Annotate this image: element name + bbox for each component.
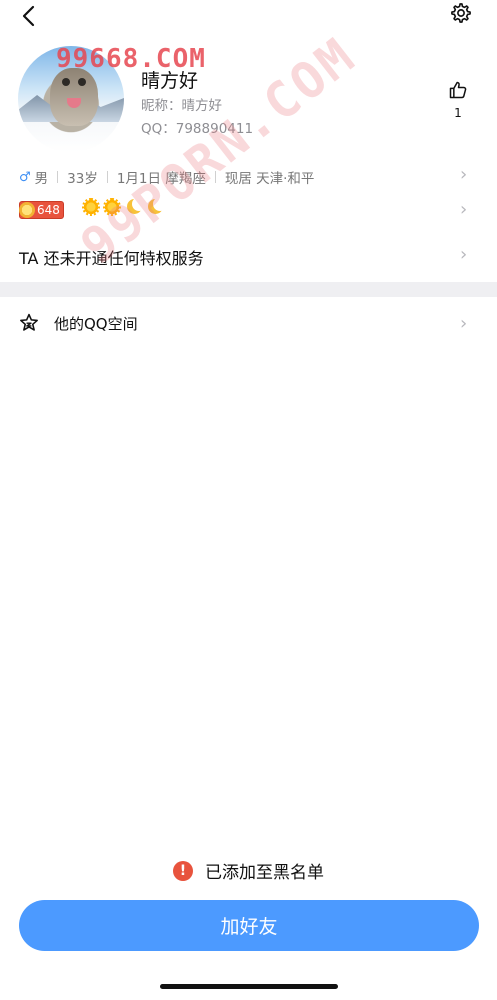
star-icon — [20, 313, 38, 331]
chevron-right-icon[interactable]: › — [460, 244, 467, 265]
chevron-right-icon[interactable]: › — [460, 199, 467, 220]
male-icon: ♂ — [19, 169, 31, 185]
blacklist-notice: ! 已添加至黑名单 — [0, 858, 497, 883]
level-badge[interactable]: 648 — [19, 201, 64, 219]
settings-button[interactable] — [448, 0, 474, 26]
coin-icon — [19, 202, 35, 218]
home-indicator[interactable] — [160, 984, 338, 989]
divider — [57, 171, 59, 183]
qzone-entry[interactable]: 他的QQ空间 — [18, 312, 138, 334]
section-divider — [0, 282, 497, 297]
like-count: 1 — [454, 106, 462, 120]
age-text: 33岁 — [67, 171, 98, 187]
warning-icon: ! — [173, 860, 193, 881]
gender-text: 男 — [34, 171, 49, 187]
back-button[interactable] — [14, 2, 42, 30]
level-value: 648 — [37, 203, 60, 217]
divider — [106, 171, 108, 183]
thumbs-up-icon — [449, 81, 467, 99]
add-friend-button[interactable]: 加好友 — [19, 900, 479, 951]
qzone-label: 他的QQ空间 — [54, 314, 138, 333]
profile-nickname: 昵称：晴方好 — [141, 98, 222, 114]
chevron-left-icon — [22, 5, 35, 27]
blacklist-text: 已添加至黑名单 — [205, 863, 324, 883]
gear-icon — [451, 3, 471, 23]
like-button[interactable]: 1 — [440, 80, 476, 120]
chevron-right-icon[interactable]: › — [460, 313, 467, 334]
chevron-right-icon[interactable]: › — [460, 164, 467, 185]
profile-name: 晴方好 — [141, 70, 199, 92]
